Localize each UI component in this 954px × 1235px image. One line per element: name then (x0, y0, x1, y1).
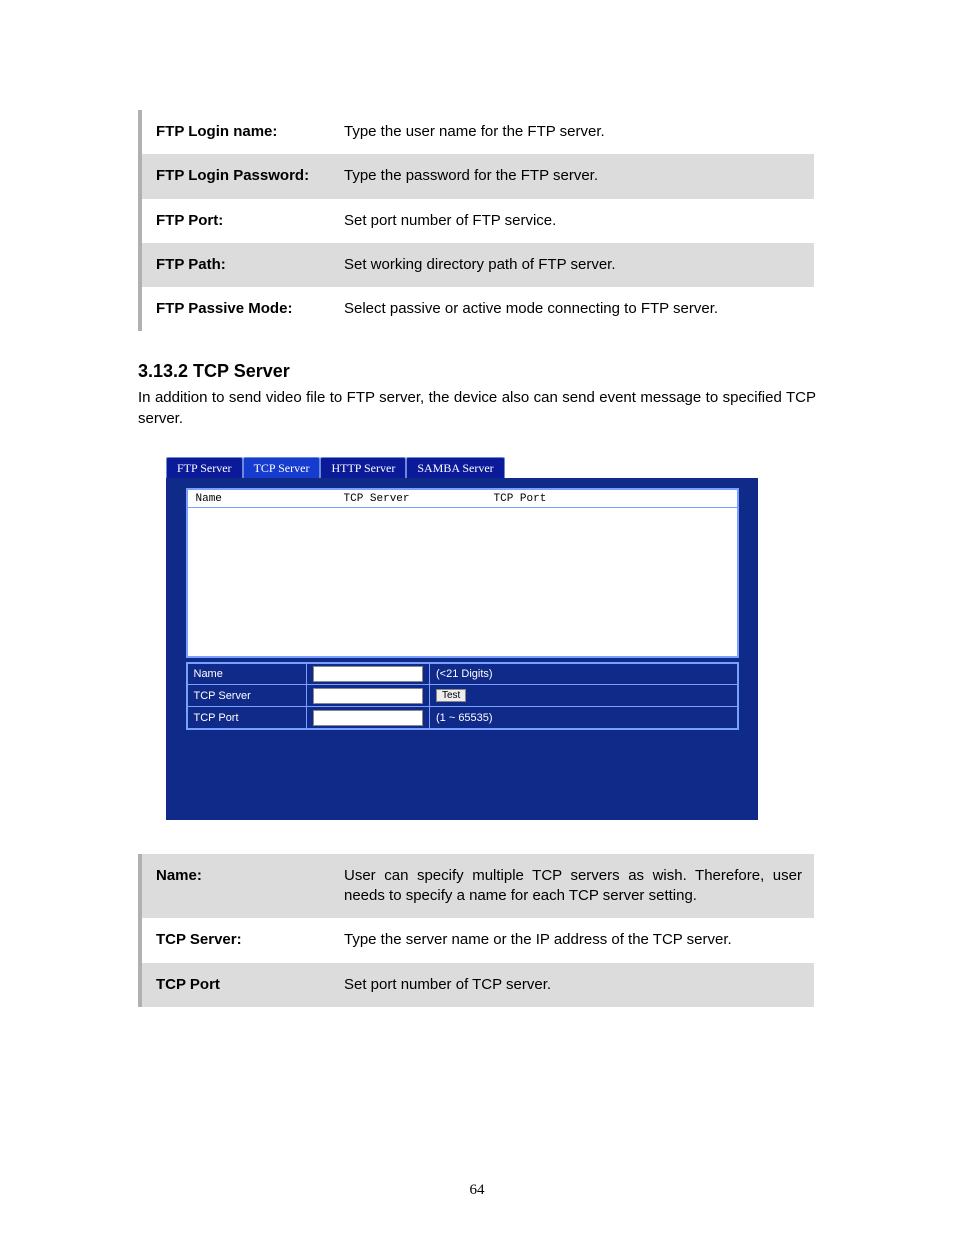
port-input[interactable] (313, 710, 423, 726)
ftp-param-table: FTP Login name: Type the user name for t… (138, 110, 816, 331)
name-label: Name (187, 663, 307, 685)
table-row: FTP Port: Set port number of FTP service… (140, 199, 814, 243)
param-desc: Select passive or active mode connecting… (330, 287, 814, 331)
name-input[interactable] (313, 666, 423, 682)
list-header-name: Name (196, 493, 344, 505)
server-listbox[interactable]: Name TCP Server TCP Port (186, 488, 739, 658)
param-label: FTP Passive Mode: (140, 287, 330, 331)
form-grid: Name (<21 Digits) TCP Server Test TCP Po… (186, 662, 739, 730)
tab-samba-server[interactable]: SAMBA Server (406, 457, 504, 478)
table-row: FTP Path: Set working directory path of … (140, 243, 814, 287)
panel-body: Name TCP Server TCP Port Name (<21 Digit… (166, 478, 758, 820)
server-input[interactable] (313, 688, 423, 704)
section-heading: 3.13.2 TCP Server (138, 361, 816, 382)
param-desc: Set port number of TCP server. (330, 963, 814, 1007)
table-row: Name: User can specify multiple TCP serv… (140, 854, 814, 919)
param-label: FTP Login Password: (140, 154, 330, 198)
port-hint: (1 ~ 65535) (430, 707, 738, 729)
param-desc: Type the server name or the IP address o… (330, 918, 814, 962)
list-header-server: TCP Server (344, 493, 494, 505)
table-row: TCP Server: Type the server name or the … (140, 918, 814, 962)
param-desc: Type the password for the FTP server. (330, 154, 814, 198)
param-label: TCP Port (140, 963, 330, 1007)
section-paragraph: In addition to send video file to FTP se… (138, 388, 816, 429)
param-label: Name: (140, 854, 330, 919)
param-desc: Set working directory path of FTP server… (330, 243, 814, 287)
param-label: TCP Server: (140, 918, 330, 962)
table-row: FTP Login name: Type the user name for t… (140, 110, 814, 154)
table-row: FTP Passive Mode: Select passive or acti… (140, 287, 814, 331)
table-row: FTP Login Password: Type the password fo… (140, 154, 814, 198)
param-desc: User can specify multiple TCP servers as… (330, 854, 814, 919)
server-label: TCP Server (187, 685, 307, 707)
tab-http-server[interactable]: HTTP Server (320, 457, 406, 478)
param-label: FTP Port: (140, 199, 330, 243)
tab-bar: FTP Server TCP Server HTTP Server SAMBA … (166, 457, 758, 478)
param-desc: Type the user name for the FTP server. (330, 110, 814, 154)
table-row: TCP Port Set port number of TCP server. (140, 963, 814, 1007)
form-row-port: TCP Port (1 ~ 65535) (187, 707, 738, 729)
form-row-server: TCP Server Test (187, 685, 738, 707)
tab-tcp-server[interactable]: TCP Server (243, 457, 321, 478)
tab-ftp-server[interactable]: FTP Server (166, 457, 243, 478)
form-row-name: Name (<21 Digits) (187, 663, 738, 685)
test-button[interactable]: Test (436, 689, 466, 702)
list-header: Name TCP Server TCP Port (188, 490, 737, 508)
param-label: FTP Login name: (140, 110, 330, 154)
tcp-param-table: Name: User can specify multiple TCP serv… (138, 854, 816, 1007)
param-desc: Set port number of FTP service. (330, 199, 814, 243)
page-number: 64 (0, 1182, 954, 1199)
param-label: FTP Path: (140, 243, 330, 287)
tcp-config-panel: FTP Server TCP Server HTTP Server SAMBA … (166, 457, 758, 820)
list-header-port: TCP Port (494, 493, 594, 505)
port-label: TCP Port (187, 707, 307, 729)
name-hint: (<21 Digits) (430, 663, 738, 685)
